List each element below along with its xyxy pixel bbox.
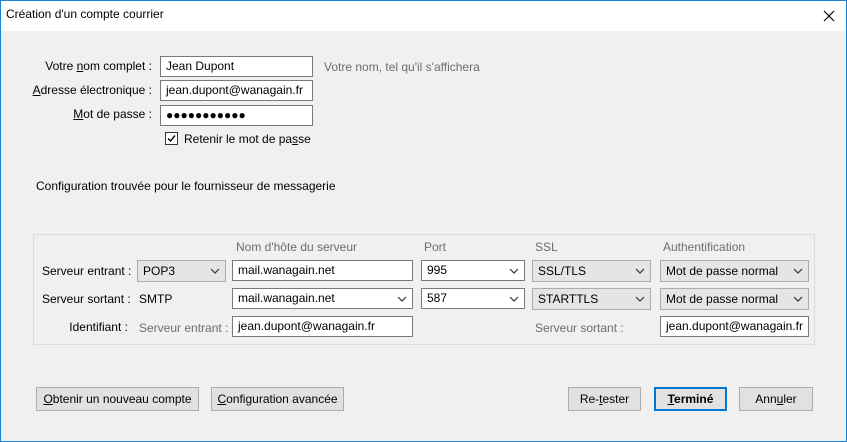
outgoing-auth-select[interactable]: Mot de passe normal [660,288,809,310]
incoming-port-combo[interactable]: 995 [421,260,525,281]
outgoing-server-label: Serveur sortant : [42,292,131,306]
outgoing-hostname-combo[interactable]: mail.wanagain.net [232,288,413,309]
incoming-server-label: Serveur entrant : [42,264,132,278]
cancel-button[interactable]: Annuler [739,387,813,411]
col-port-header: Port [424,240,447,254]
config-found-message: Configuration trouvée pour le fournisseu… [36,179,336,193]
get-new-account-button[interactable]: Obtenir un nouveau compte [36,387,199,411]
outgoing-ssl-select[interactable]: STARTTLS [532,288,651,310]
col-auth-header: Authentification [663,240,746,254]
incoming-hostname-input[interactable]: mail.wanagain.net [232,260,413,281]
identity-incoming-label: Serveur entrant : [139,321,229,335]
checkmark-icon [167,135,176,143]
chevron-down-icon [793,296,803,302]
chevron-down-icon [397,296,407,302]
window-title: Création d'un compte courrier [6,7,164,21]
incoming-auth-value: Mot de passe normal [666,264,779,278]
chevron-down-icon [635,296,645,302]
incoming-protocol-value: POP3 [143,264,176,278]
identity-label: Identifiant : [69,320,128,334]
outgoing-ssl-value: STARTTLS [538,292,599,306]
email-label: Adresse électronique : [32,83,152,97]
close-icon [823,10,835,22]
chevron-down-icon [509,296,519,302]
title-bar: Création d'un compte courrier [1,1,846,31]
outgoing-username-input[interactable]: jean.dupont@wanagain.fr [660,316,809,337]
incoming-protocol-select[interactable]: POP3 [137,260,226,282]
outgoing-auth-value: Mot de passe normal [666,292,779,306]
outgoing-port-value: 587 [427,291,448,305]
name-hint: Votre nom, tel qu'il s'affichera [324,60,480,74]
chevron-down-icon [635,268,645,274]
outgoing-protocol: SMTP [139,292,173,306]
incoming-ssl-select[interactable]: SSL/TLS [532,260,651,282]
incoming-username-input[interactable]: jean.dupont@wanagain.fr [232,316,413,337]
server-settings-group: Nom d'hôte du serveur Port SSL Authentif… [33,234,815,345]
remember-password-checkbox[interactable] [165,132,178,145]
incoming-ssl-value: SSL/TLS [538,264,587,278]
col-hostname-header: Nom d'hôte du serveur [236,240,358,254]
close-button[interactable] [812,1,846,31]
account-setup-dialog: Création d'un compte courrier Votre nom … [0,0,847,442]
chevron-down-icon [509,268,519,274]
password-input[interactable]: ●●●●●●●●●●● [160,105,313,126]
password-label: Mot de passe : [73,107,152,121]
remember-password-label[interactable]: Retenir le mot de passe [184,132,311,146]
name-label: Votre nom complet : [45,59,152,73]
chevron-down-icon [210,268,220,274]
outgoing-hostname-value: mail.wanagain.net [238,291,335,305]
identity-outgoing-label: Serveur sortant : [535,321,624,335]
col-ssl-header: SSL [535,240,558,254]
outgoing-port-combo[interactable]: 587 [421,288,525,309]
email-input[interactable]: jean.dupont@wanagain.fr [160,80,313,101]
advanced-config-button[interactable]: Configuration avancée [211,387,344,411]
incoming-port-value: 995 [427,263,448,277]
retest-button[interactable]: Re-tester [568,387,641,411]
name-input[interactable]: Jean Dupont [160,56,313,77]
done-button[interactable]: Terminé [654,387,727,411]
chevron-down-icon [793,268,803,274]
incoming-auth-select[interactable]: Mot de passe normal [660,260,809,282]
